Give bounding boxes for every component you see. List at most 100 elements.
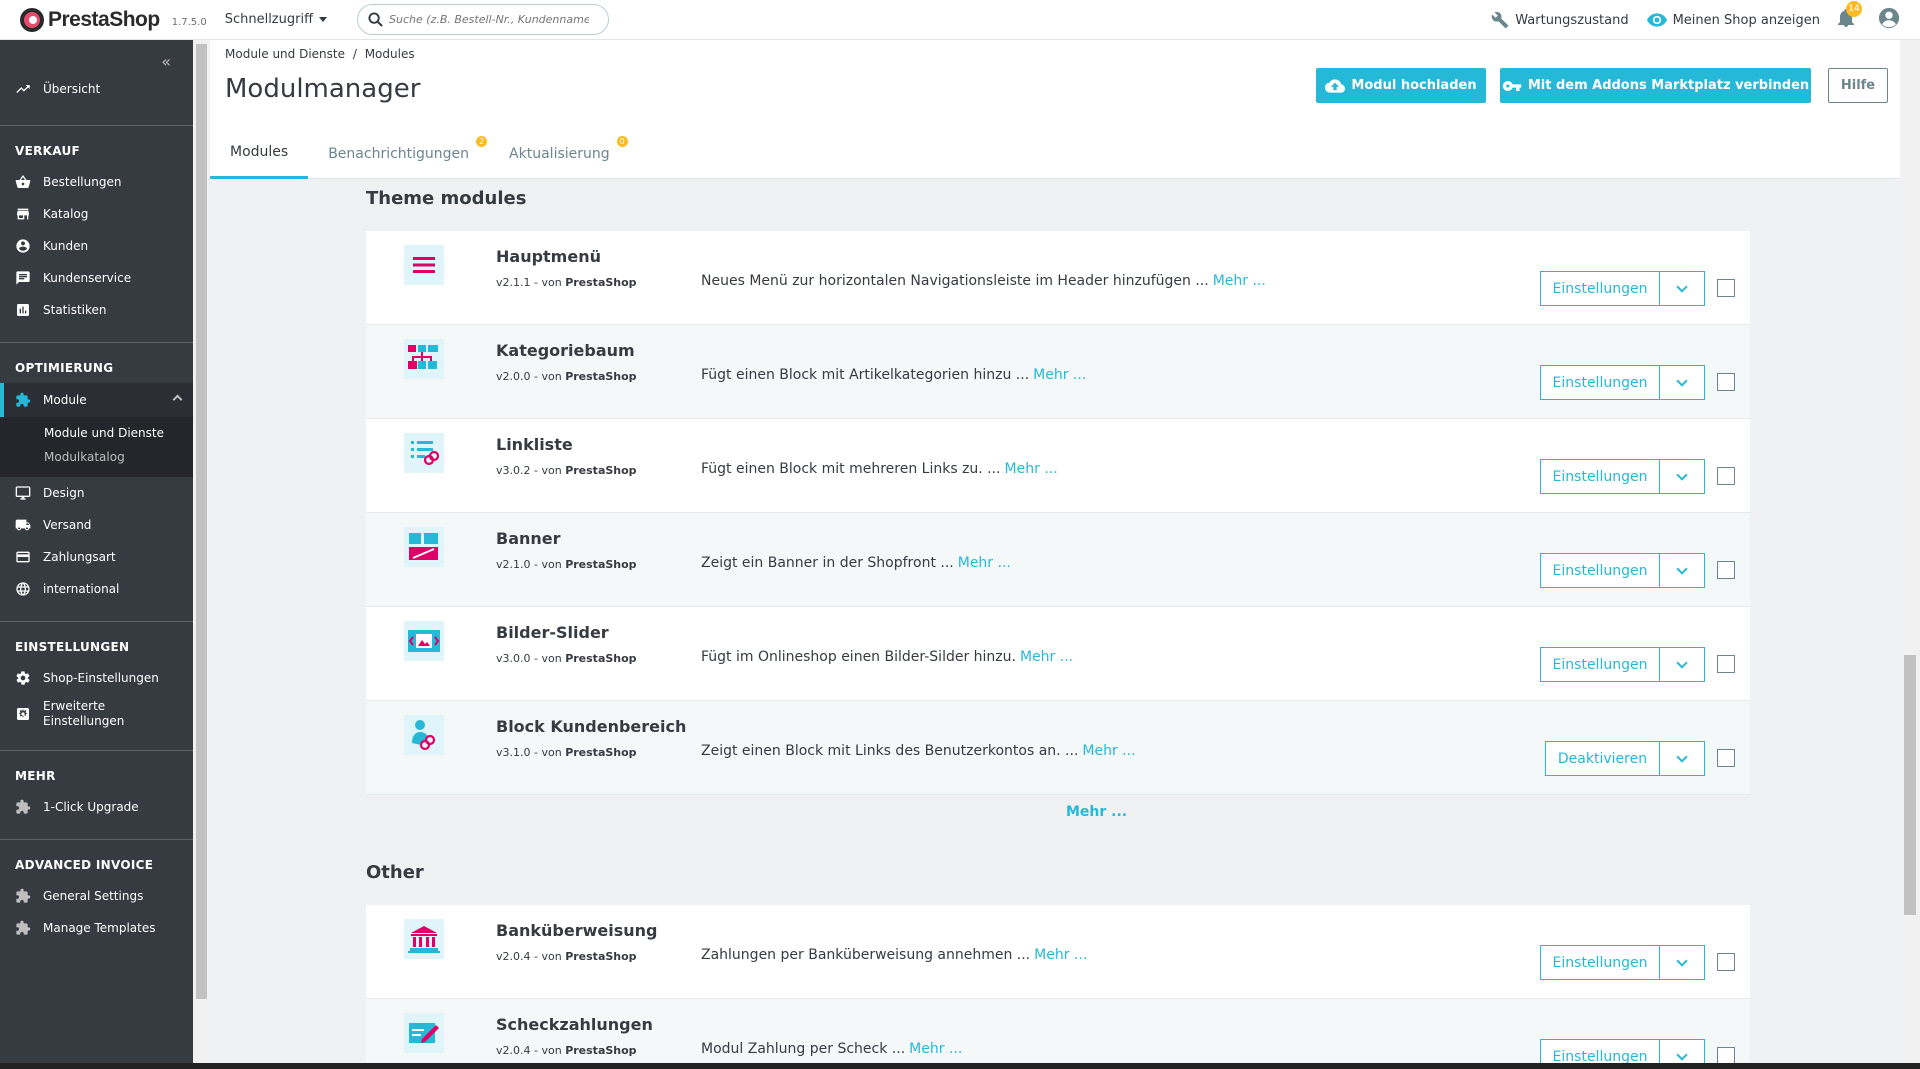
version-text: v2.0.4 - von	[496, 950, 562, 963]
module-name: Linkliste	[496, 435, 573, 454]
more-link[interactable]: Mehr ...	[1213, 273, 1266, 289]
sidebar-item-shop-settings[interactable]: Shop-Einstellungen	[0, 662, 193, 694]
user-avatar-button[interactable]	[1878, 7, 1900, 33]
maintenance-link[interactable]: Wartungszustand	[1491, 11, 1629, 29]
module-version: v2.1.1 - von PrestaShop	[496, 276, 637, 289]
configure-button[interactable]: Einstellungen	[1540, 271, 1660, 306]
theme-modules-list: Hauptmenü v2.1.1 - von PrestaShop Neues …	[366, 231, 1750, 795]
sidebar-item-international[interactable]: international	[0, 573, 193, 605]
sidebar-item-advanced-settings[interactable]: Erweiterte Einstellungen	[0, 694, 193, 734]
sidebar-item-customers[interactable]: Kunden	[0, 230, 193, 262]
account-circle-icon	[16, 239, 30, 253]
configure-button[interactable]: Einstellungen	[1540, 459, 1660, 494]
module-select-checkbox[interactable]	[1717, 467, 1735, 485]
sidebar-subitem-modules-services[interactable]: Module und Dienste	[0, 421, 193, 445]
configure-button[interactable]: Einstellungen	[1540, 945, 1660, 980]
connect-addons-button[interactable]: Mit dem Addons Marktplatz verbinden	[1500, 68, 1811, 103]
breadcrumb-item[interactable]: Module und Dienste	[225, 47, 345, 61]
tab-updates[interactable]: Aktualisierung 0	[489, 128, 630, 179]
module-select-checkbox[interactable]	[1717, 561, 1735, 579]
sidebar-item-1-click-upgrade[interactable]: 1-Click Upgrade	[0, 791, 193, 823]
more-link[interactable]: Mehr ...	[1033, 367, 1086, 383]
action-dropdown-toggle[interactable]	[1660, 271, 1705, 306]
sidebar-scrollbar-thumb[interactable]	[196, 44, 207, 999]
module-description: Fügt im Onlineshop einen Bilder-Silder h…	[701, 649, 1073, 665]
sidebar-item-overview[interactable]: Übersicht	[0, 73, 193, 105]
collapse-sidebar-icon[interactable]: «	[161, 52, 171, 71]
sidebar-subitem-module-catalog[interactable]: Modulkatalog	[0, 445, 193, 469]
chevron-down-icon	[1676, 374, 1688, 387]
disable-button[interactable]: Deaktivieren	[1545, 741, 1660, 776]
action-dropdown-toggle[interactable]	[1660, 741, 1705, 776]
module-description: Fügt einen Block mit mehreren Links zu. …	[701, 461, 1058, 477]
store-icon	[17, 208, 29, 220]
description-text: Zeigt einen Block mit Links des Benutzer…	[701, 743, 1079, 759]
search-box[interactable]	[357, 4, 610, 35]
search-icon	[368, 12, 383, 27]
module-select-checkbox[interactable]	[1717, 655, 1735, 673]
action-dropdown-toggle[interactable]	[1660, 459, 1705, 494]
tab-modules[interactable]: Modules	[210, 128, 309, 179]
more-link[interactable]: Mehr ...	[909, 1041, 962, 1057]
maintenance-label: Wartungszustand	[1515, 12, 1629, 28]
action-dropdown-toggle[interactable]	[1660, 945, 1705, 980]
module-description: Zeigt ein Banner in der Shopfront ... Meh…	[701, 555, 1011, 571]
page-scrollbar[interactable]	[1900, 40, 1920, 1069]
more-link[interactable]: Mehr ...	[1082, 743, 1135, 759]
description-text: Fügt einen Block mit mehreren Links zu. …	[701, 461, 1001, 477]
module-description: Modul Zahlung per Scheck ... Mehr ...	[701, 1041, 962, 1057]
sidebar-item-modules[interactable]: Module	[0, 383, 193, 417]
sidebar-item-customer-service[interactable]: Kundenservice	[0, 262, 193, 294]
more-link[interactable]: Mehr ...	[958, 555, 1011, 571]
module-select-checkbox[interactable]	[1717, 279, 1735, 297]
quick-access-dropdown[interactable]: Schnellzugriff	[225, 12, 328, 27]
module-select-checkbox[interactable]	[1717, 749, 1735, 767]
tab-notifications[interactable]: Benachrichtigungen 2	[308, 128, 489, 179]
configure-button[interactable]: Einstellungen	[1540, 647, 1660, 682]
module-select-checkbox[interactable]	[1717, 953, 1735, 971]
sidebar-item-statistics[interactable]: Statistiken	[0, 294, 193, 326]
puzzle-icon	[16, 920, 31, 935]
module-name: Bilder-Slider	[496, 623, 609, 642]
action-dropdown-toggle[interactable]	[1660, 647, 1705, 682]
module-version: v3.0.0 - von PrestaShop	[496, 652, 637, 665]
sidebar-item-manage-templates[interactable]: Manage Templates	[0, 912, 193, 944]
sidebar-item-shipping[interactable]: Versand	[0, 509, 193, 541]
sidebar-item-payment[interactable]: Zahlungsart	[0, 541, 193, 573]
key-icon	[1502, 80, 1521, 91]
sidebar-item-label: Versand	[43, 518, 92, 532]
trending-icon	[16, 85, 30, 93]
section-title-advanced-invoice: ADVANCED INVOICE	[15, 858, 154, 872]
sidebar-item-orders[interactable]: Bestellungen	[0, 166, 193, 198]
prestashop-logo[interactable]: PrestaShop 1.7.5.0	[20, 7, 207, 32]
module-name: Kategoriebaum	[496, 341, 635, 360]
sidebar-item-label: Kunden	[43, 239, 89, 253]
more-link[interactable]: Mehr ...	[1034, 947, 1087, 963]
show-more-theme-modules-link[interactable]: Mehr ...	[1066, 804, 1127, 820]
action-dropdown-toggle[interactable]	[1660, 365, 1705, 400]
sidebar-item-label: Shop-Einstellungen	[43, 671, 159, 685]
action-dropdown-toggle[interactable]	[1660, 553, 1705, 588]
upload-module-button[interactable]: Modul hochladen	[1316, 68, 1486, 103]
sidebar-item-general-settings[interactable]: General Settings	[0, 880, 193, 912]
help-button[interactable]: Hilfe	[1828, 68, 1888, 103]
view-shop-link[interactable]: Meinen Shop anzeigen	[1646, 13, 1820, 28]
more-link[interactable]: Mehr ...	[1020, 649, 1073, 665]
tree-icon	[404, 339, 444, 379]
sidebar-item-catalog[interactable]: Katalog	[0, 198, 193, 230]
module-description: Neues Menü zur horizontalen Navigationsl…	[701, 273, 1266, 289]
module-description: Zeigt einen Block mit Links des Benutzer…	[701, 743, 1136, 759]
sidebar-scrollbar[interactable]	[193, 40, 210, 1069]
sidebar-item-label: international	[43, 582, 120, 596]
module-select-checkbox[interactable]	[1717, 373, 1735, 391]
credit-card-icon	[16, 551, 30, 563]
more-link[interactable]: Mehr ...	[1005, 461, 1058, 477]
module-action-group: Einstellungen	[1540, 945, 1705, 980]
configure-button[interactable]: Einstellungen	[1540, 553, 1660, 588]
page-scrollbar-thumb[interactable]	[1904, 655, 1916, 915]
search-input[interactable]	[389, 13, 590, 26]
configure-button[interactable]: Einstellungen	[1540, 365, 1660, 400]
sidebar-item-label: Kundenservice	[43, 271, 132, 285]
notifications-button[interactable]: 14	[1838, 1, 1862, 31]
sidebar-item-design[interactable]: Design	[0, 477, 193, 509]
